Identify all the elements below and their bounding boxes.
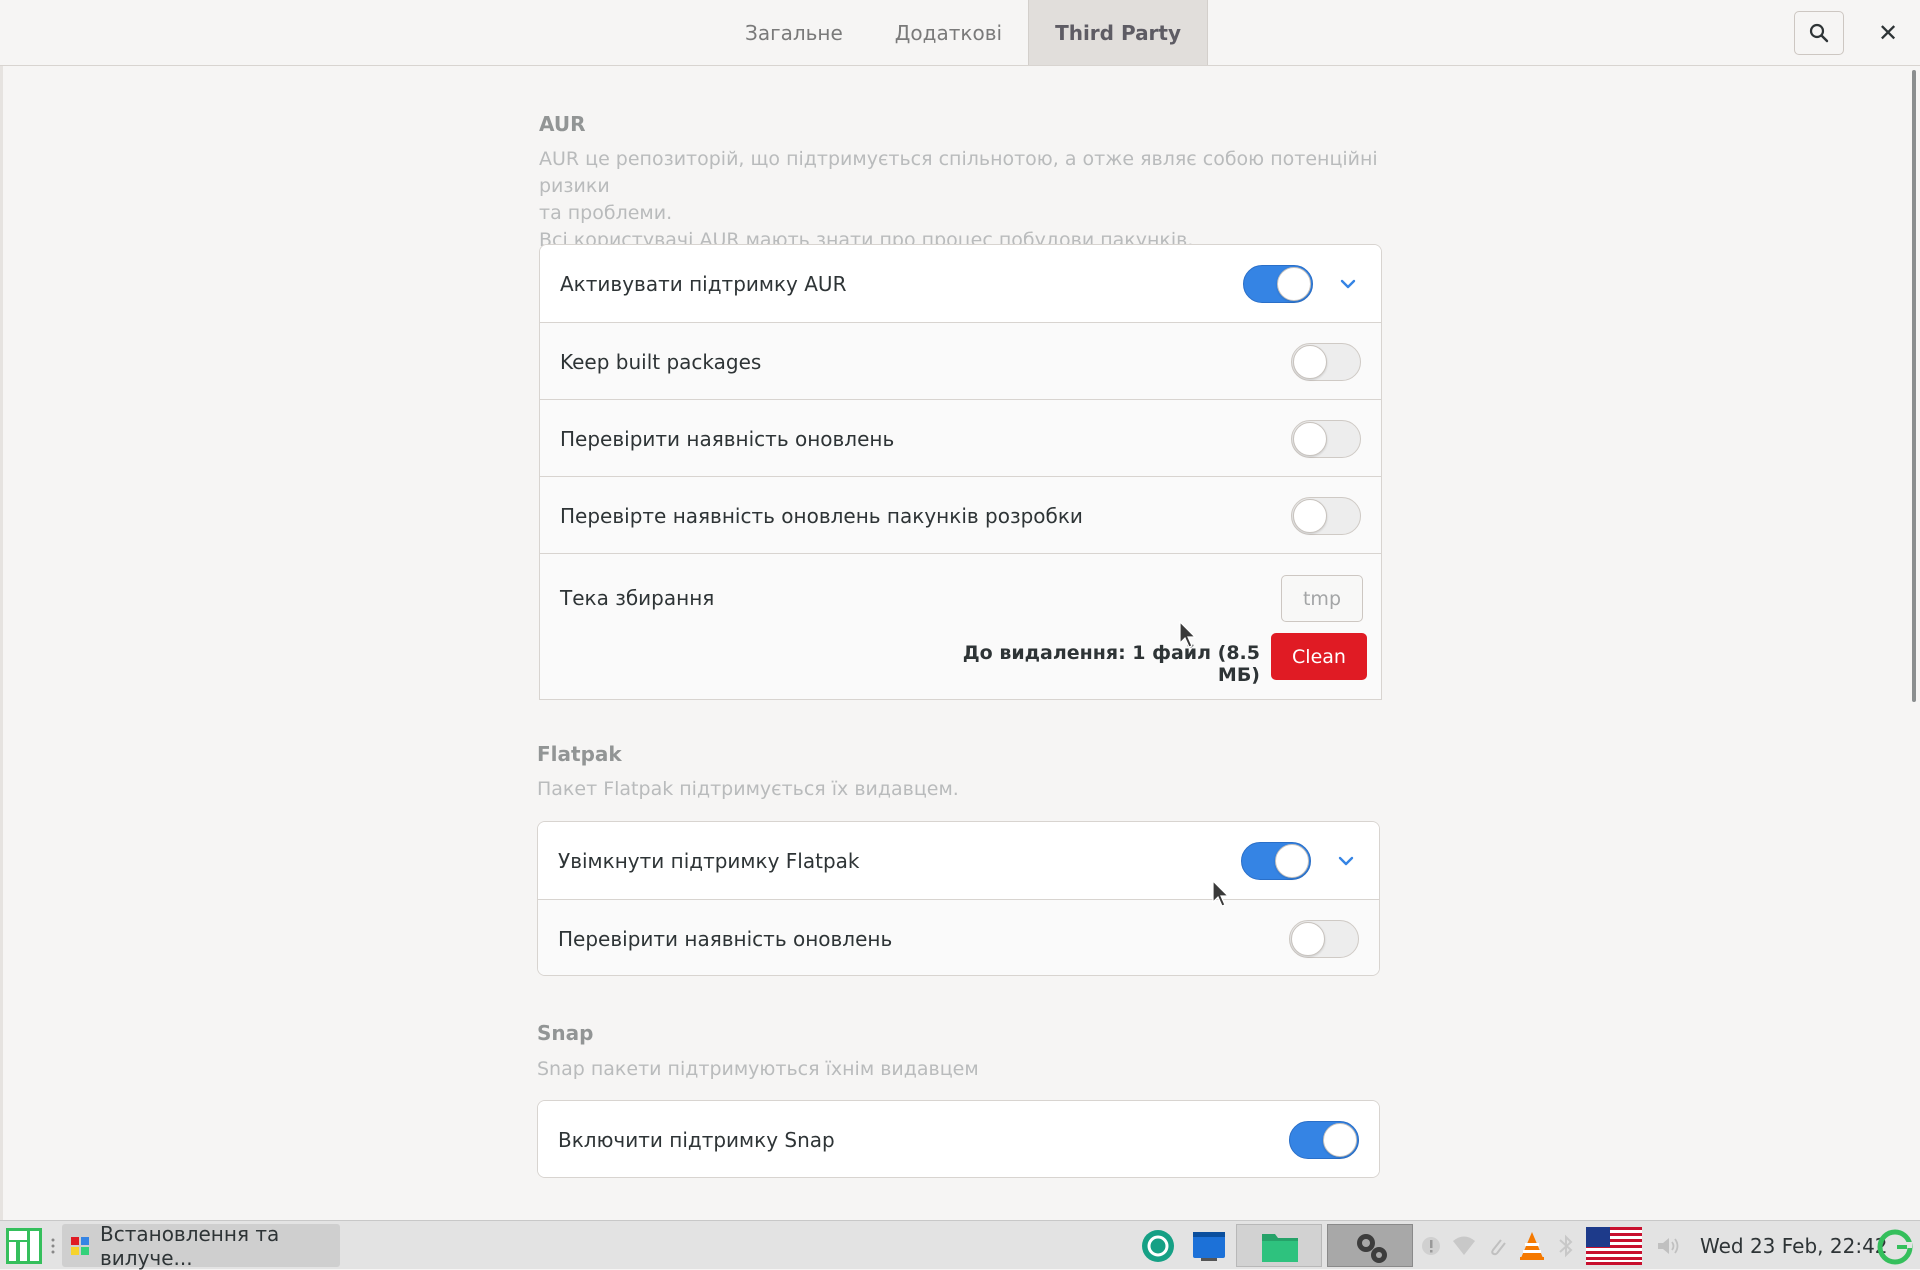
keep-built-packages-label: Keep built packages (560, 349, 762, 374)
taskbar-window-button[interactable]: Встановлення та вилуче... (62, 1221, 340, 1270)
flatpak-enable-label: Увімкнути підтримку Flatpak (558, 848, 860, 873)
aur-check-updates-switch[interactable] (1291, 420, 1361, 458)
us-flag-icon[interactable] (1586, 1227, 1642, 1265)
flatpak-description: Пакет Flatpak підтримується їх видавцем. (537, 778, 959, 800)
snap-section-title: Snap (537, 1021, 594, 1045)
aur-enable-label: Активувати підтримку AUR (560, 271, 847, 296)
close-button[interactable]: ✕ (1866, 11, 1910, 55)
chevron-down-icon[interactable] (1337, 273, 1359, 295)
snap-enable-label: Включити підтримку Snap (558, 1127, 835, 1152)
aur-section-title: AUR (539, 112, 586, 136)
aur-check-updates-label: Перевірити наявність оновлень (560, 426, 895, 451)
vlc-icon[interactable] (1518, 1231, 1546, 1261)
search-button[interactable] (1794, 11, 1844, 55)
updates-icon[interactable] (1420, 1235, 1442, 1257)
flatpak-enable-switch[interactable] (1241, 842, 1311, 880)
flatpak-enable-row[interactable]: Увімкнути підтримку Flatpak (538, 822, 1379, 899)
taskbar: Встановлення та вилуче... Wed 23 Feb, 22… (0, 1220, 1920, 1270)
clock[interactable]: Wed 23 Feb, 22:42 (1700, 1221, 1888, 1270)
gears-icon (1357, 1234, 1387, 1263)
grip-icon (51, 1238, 55, 1254)
flatpak-section-title: Flatpak (537, 742, 622, 766)
terminal-icon[interactable] (1191, 1229, 1227, 1263)
tab-general[interactable]: Загальне (719, 0, 869, 65)
keep-built-packages-row[interactable]: Keep built packages (540, 322, 1381, 399)
keep-built-packages-switch[interactable] (1291, 343, 1361, 381)
manjaro-menu-icon[interactable] (6, 1228, 42, 1264)
window-edge (0, 66, 3, 1220)
session-icon[interactable] (1877, 1229, 1913, 1265)
flatpak-settings-card: Увімкнути підтримку Flatpak Перевірити н… (537, 821, 1380, 976)
snap-settings-card: Включити підтримку Snap (537, 1100, 1380, 1178)
aur-enable-switch[interactable] (1243, 265, 1313, 303)
mouse-cursor-icon (1212, 880, 1230, 907)
mouse-cursor-icon (1179, 621, 1197, 648)
devel-updates-row[interactable]: Перевірте наявність оновлень пакунків ро… (540, 476, 1381, 553)
build-directory-label: Тека збирання (560, 586, 715, 610)
header-bar: Загальне Додаткові Third Party ✕ (0, 0, 1920, 66)
aur-check-updates-row[interactable]: Перевірити наявність оновлень (540, 399, 1381, 476)
snap-description: Snap пакети підтримуються їхнім видавцем (537, 1058, 979, 1080)
flatpak-check-updates-label: Перевірити наявність оновлень (558, 926, 893, 951)
devel-updates-label: Перевірте наявність оновлень пакунків ро… (560, 503, 1083, 528)
to-delete-info: До видалення: 1 файл (8.5 МБ) (962, 642, 1260, 686)
pamac-app-icon (71, 1237, 89, 1255)
bluetooth-icon[interactable] (1556, 1234, 1576, 1258)
folder-icon (1262, 1234, 1298, 1262)
build-directory-field[interactable]: tmp (1281, 575, 1363, 622)
volume-icon[interactable] (1656, 1235, 1682, 1257)
aur-description-line: AUR це репозиторій, що підтримується спі… (539, 148, 1378, 197)
view-switcher: Загальне Додаткові Third Party (719, 0, 1209, 65)
aur-settings-card: Активувати підтримку AUR Keep built pack… (539, 244, 1382, 700)
flatpak-check-updates-switch[interactable] (1289, 920, 1359, 958)
aur-description-line: та проблеми. (539, 202, 673, 224)
wifi-icon[interactable] (1452, 1235, 1476, 1257)
chevron-down-icon[interactable] (1335, 850, 1357, 872)
tab-third-party[interactable]: Third Party (1028, 0, 1209, 65)
taskbar-window-label: Встановлення та вилуче... (100, 1221, 280, 1270)
tab-advanced[interactable]: Додаткові (869, 0, 1028, 65)
settings-taskbar-button[interactable] (1327, 1224, 1413, 1267)
clean-button[interactable]: Clean (1271, 633, 1367, 680)
close-icon: ✕ (1877, 19, 1899, 47)
snap-enable-switch[interactable] (1289, 1121, 1359, 1159)
search-icon (1809, 23, 1829, 43)
scrollbar[interactable] (1912, 70, 1916, 702)
aur-description: AUR це репозиторій, що підтримується спі… (539, 146, 1399, 254)
devel-updates-switch[interactable] (1291, 497, 1361, 535)
snap-enable-row[interactable]: Включити підтримку Snap (538, 1101, 1379, 1177)
file-manager-taskbar-button[interactable] (1236, 1224, 1322, 1267)
build-directory-row: Тека збирання tmp До видалення: 1 файл (… (540, 553, 1381, 699)
aur-enable-row[interactable]: Активувати підтримку AUR (540, 245, 1381, 322)
flatpak-check-updates-row[interactable]: Перевірити наявність оновлень (538, 899, 1379, 975)
clipboard-icon[interactable] (1486, 1234, 1508, 1258)
app-launcher-icon[interactable] (1141, 1229, 1175, 1263)
